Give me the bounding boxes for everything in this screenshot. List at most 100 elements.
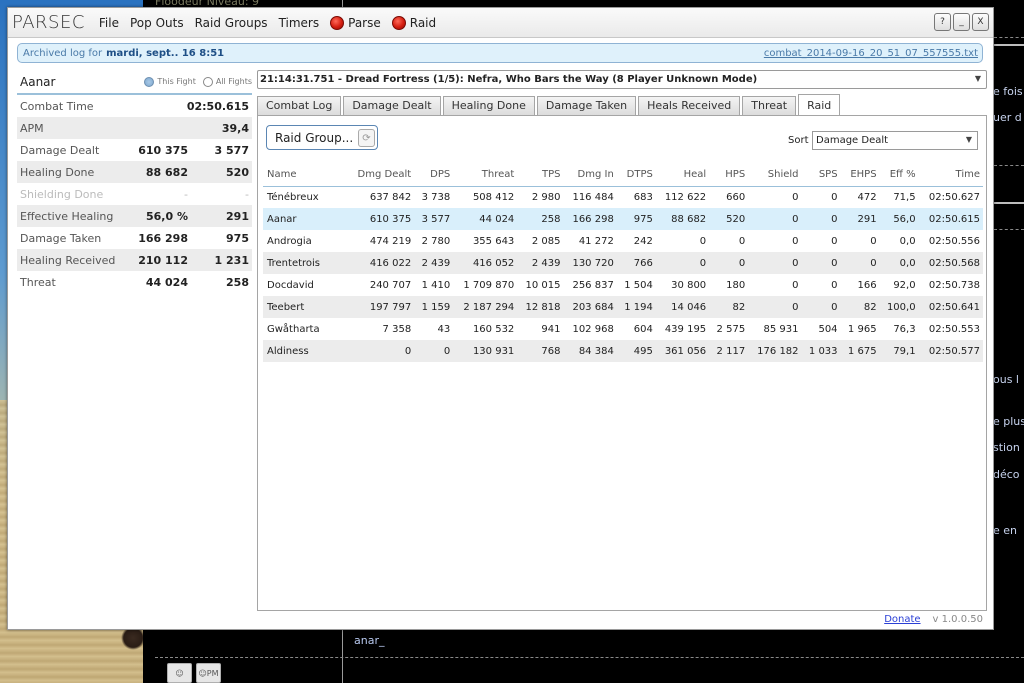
table-cell: 14 046 xyxy=(655,296,710,318)
tab-threat[interactable]: Threat xyxy=(742,96,797,115)
table-cell: 355 643 xyxy=(472,235,515,247)
table-cell: 242 xyxy=(633,235,653,247)
table-cell: 941 xyxy=(541,323,561,335)
stat-total: 610 375 xyxy=(138,143,188,157)
background-text: ous l xyxy=(993,373,1019,386)
raid-group-button[interactable]: Raid Group... ⟳ xyxy=(266,125,378,150)
table-cell: 0 xyxy=(748,296,802,318)
parse-label: Parse xyxy=(348,15,381,30)
profile-button[interactable]: ☺ xyxy=(167,663,192,683)
sort-dropdown[interactable]: Damage Dealt ▼ xyxy=(812,131,978,150)
table-cell: 2 439 xyxy=(414,252,454,274)
minimize-button[interactable]: _ xyxy=(953,13,970,31)
background-text: e en xyxy=(993,524,1018,537)
chat-username: anar_ xyxy=(354,634,385,647)
table-row[interactable]: Aldiness 0 0 130 931 768 84 384 495 361 056 2 11… xyxy=(263,340,983,362)
stat-label: Effective Healing xyxy=(20,209,114,223)
encounter-dropdown[interactable]: 21:14:31.751 - Dread Fortress (1/5): Nef… xyxy=(257,70,987,89)
table-cell: 130 720 xyxy=(563,252,617,274)
menu-timers[interactable]: Timers xyxy=(279,16,320,30)
table-cell: 660 xyxy=(726,191,746,203)
player-name-cell: Ténébreux xyxy=(267,191,319,203)
table-row[interactable]: Gwåtharta 7 358 43 160 532 941 102 968 604 439 … xyxy=(263,318,983,340)
table-cell: 130 931 xyxy=(453,340,518,362)
table-cell: 02:50.615 xyxy=(918,208,983,230)
stat-total: 88 682 xyxy=(145,165,188,179)
table-cell: 116 484 xyxy=(572,191,614,203)
column-header[interactable]: TPS xyxy=(517,164,564,187)
tab-damage-taken[interactable]: Damage Taken xyxy=(536,96,637,115)
stat-label: Combat Time xyxy=(20,99,94,113)
table-cell: 2 187 294 xyxy=(453,296,518,318)
tab-heals-received[interactable]: Heals Received xyxy=(638,96,741,115)
column-header[interactable]: Heal xyxy=(655,164,710,187)
table-cell: 166 298 xyxy=(563,208,617,230)
table-cell: 203 684 xyxy=(563,296,617,318)
table-cell: 0 xyxy=(801,252,841,274)
refresh-icon[interactable]: ⟳ xyxy=(358,129,375,147)
table-row[interactable]: Aanar 610 375 3 577 44 024 258 166 298 975 88 6… xyxy=(263,208,983,230)
tab-raid[interactable]: Raid xyxy=(798,94,841,115)
menu-pop-outs[interactable]: Pop Outs xyxy=(130,16,184,30)
private-message-button[interactable]: ☺ PM xyxy=(196,663,221,683)
close-button[interactable]: X xyxy=(972,13,989,31)
help-button[interactable]: ? xyxy=(934,13,951,31)
stat-total: 210 112 xyxy=(138,253,188,267)
table-cell: 256 837 xyxy=(572,279,614,291)
table-cell: 0,0 xyxy=(899,235,916,247)
table-cell: 508 412 xyxy=(472,191,515,203)
stat-total: - xyxy=(184,187,188,201)
stat-rate: 520 xyxy=(226,165,249,179)
player-name: Aanar xyxy=(20,74,56,89)
table-cell: 637 842 xyxy=(369,191,412,203)
raid-group-label: Raid Group... xyxy=(275,130,354,145)
column-header[interactable]: DTPS xyxy=(616,164,656,187)
tab-combat-log[interactable]: Combat Log xyxy=(257,96,342,115)
archive-file-link[interactable]: combat_2014-09-16_20_51_07_557555.txt xyxy=(764,48,978,59)
table-row[interactable]: Docdavid 240 707 1 410 1 709 870 10 015 256 8… xyxy=(263,274,983,296)
title-bar[interactable]: PARSEC File Pop Outs Raid Groups Timers … xyxy=(8,8,993,38)
column-header[interactable]: Eff % xyxy=(879,164,919,187)
menu-file[interactable]: File xyxy=(99,16,119,30)
column-header[interactable]: HPS xyxy=(709,164,749,187)
column-header[interactable]: Name xyxy=(263,164,347,187)
table-cell: 504 xyxy=(818,323,838,335)
column-header[interactable]: Dmg Dealt xyxy=(347,164,415,187)
table-cell: 02:50.627 xyxy=(928,191,980,203)
stat-total: 44 024 xyxy=(145,275,188,289)
table-cell: 0 xyxy=(840,252,880,274)
table-cell: 88 682 xyxy=(655,208,710,230)
table-row[interactable]: Ténébreux 637 842 3 738 508 412 2 980 116 484… xyxy=(263,186,983,208)
radio-this-fight[interactable]: This Fight xyxy=(144,76,196,87)
person-pm-icon: ☺ xyxy=(198,668,207,678)
person-icon: ☺ xyxy=(175,668,184,678)
column-header[interactable]: EHPS xyxy=(840,164,880,187)
radio-all-fights[interactable]: All Fights xyxy=(202,76,252,87)
raid-button[interactable]: Raid xyxy=(391,15,436,30)
table-cell: 0 xyxy=(792,235,799,247)
background-dashed-line xyxy=(994,165,1024,166)
column-header[interactable]: Dmg In xyxy=(563,164,617,187)
chevron-down-icon: ▼ xyxy=(965,135,972,144)
table-row[interactable]: Trentetrois 416 022 2 439 416 052 2 439 130 7… xyxy=(263,252,983,274)
column-header[interactable]: DPS xyxy=(414,164,454,187)
table-row[interactable]: Androgia 474 219 2 780 355 643 2 085 41 272 24… xyxy=(263,230,983,252)
table-row[interactable]: Teebert 197 797 1 159 2 187 294 12 818 203 68… xyxy=(263,296,983,318)
column-header[interactable]: Shield xyxy=(748,164,802,187)
table-cell: 0 xyxy=(801,296,841,318)
stat-row: APM 39,4 xyxy=(17,117,252,139)
column-header[interactable]: Threat xyxy=(453,164,518,187)
column-header[interactable]: Time xyxy=(918,164,983,187)
window-controls: ? _ X xyxy=(934,13,989,31)
stat-row: Combat Time 02:50.615 xyxy=(17,95,252,117)
donate-link[interactable]: Donate xyxy=(884,614,920,625)
table-cell: 683 xyxy=(633,191,653,203)
stat-rate: 291 xyxy=(226,209,249,223)
tab-damage-dealt[interactable]: Damage Dealt xyxy=(343,96,441,115)
menu-raid-groups[interactable]: Raid Groups xyxy=(195,16,268,30)
column-header[interactable]: SPS xyxy=(801,164,841,187)
parse-button[interactable]: Parse xyxy=(330,15,381,30)
table-cell: 495 xyxy=(616,340,656,362)
tab-healing-done[interactable]: Healing Done xyxy=(442,96,535,115)
table-cell: 1 194 xyxy=(616,296,656,318)
